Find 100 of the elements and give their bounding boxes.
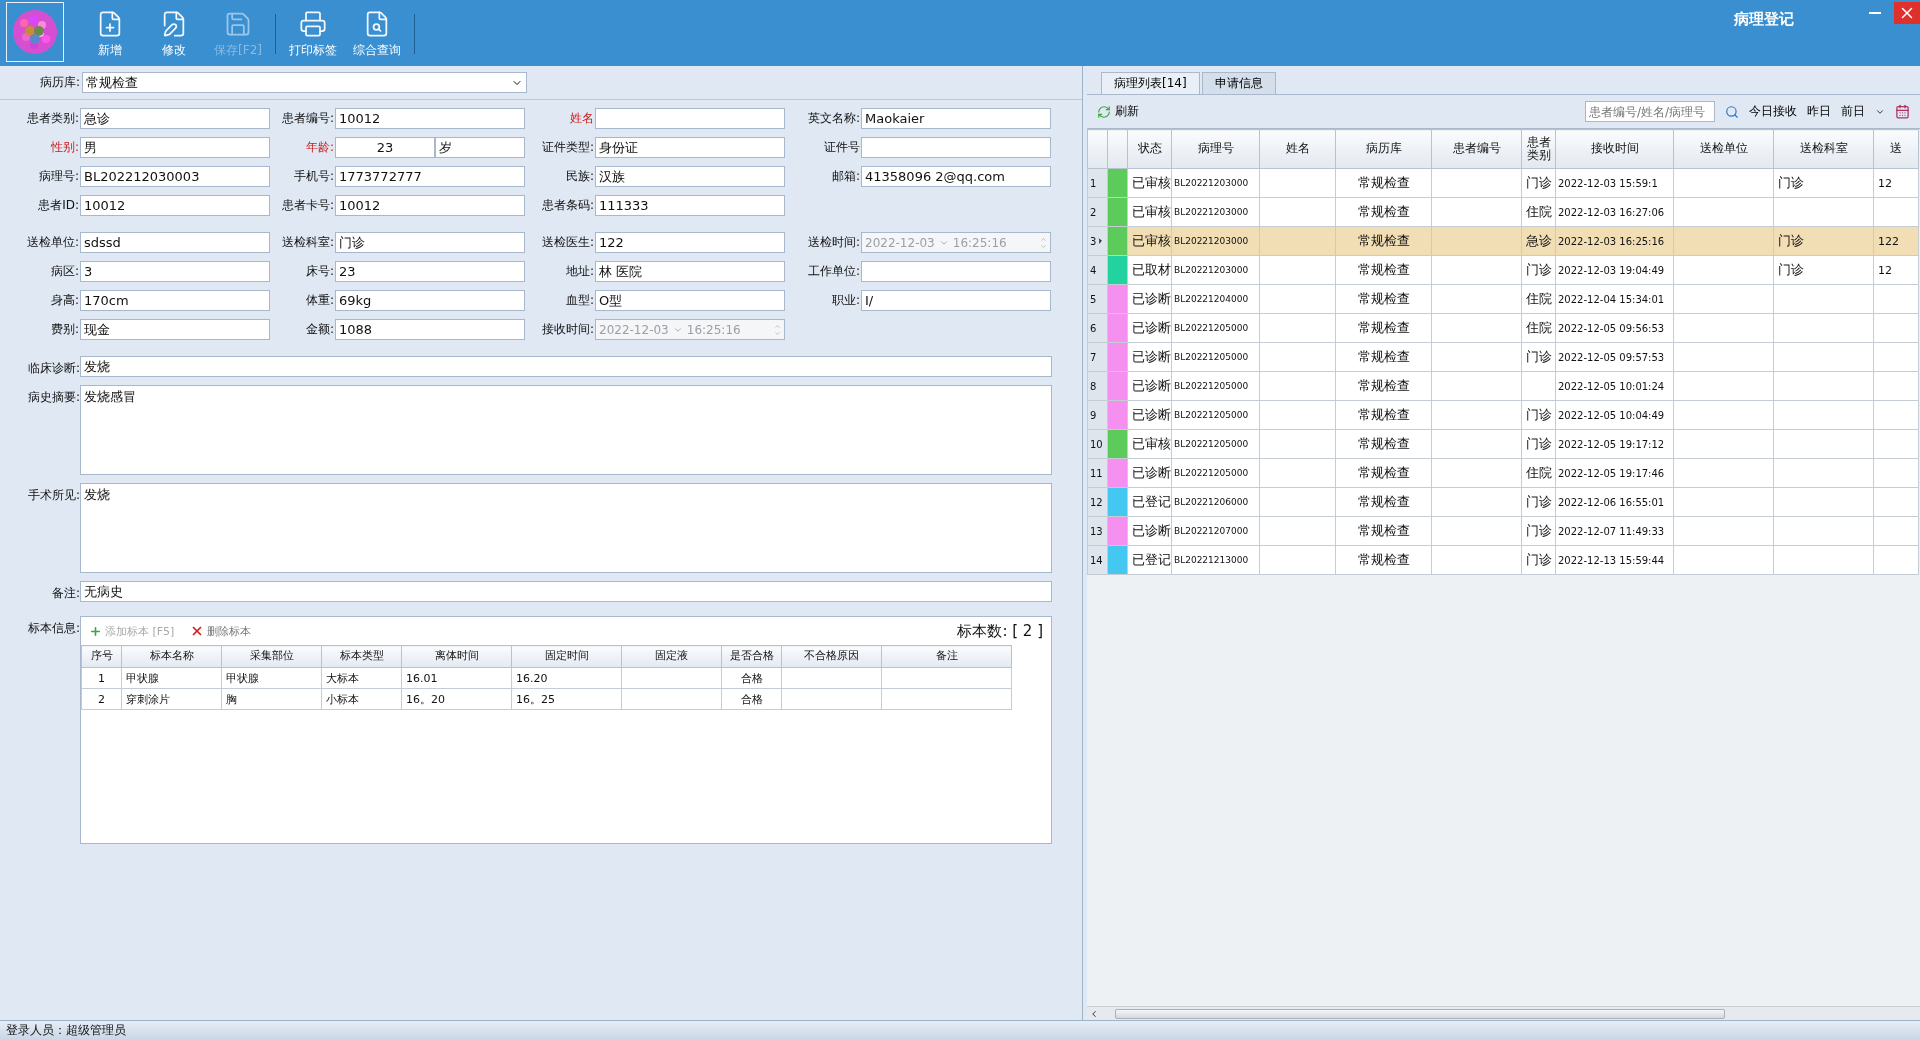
- text-field[interactable]: 10012: [335, 195, 525, 216]
- column-header[interactable]: 标本名称: [121, 645, 222, 668]
- column-header[interactable]: 固定时间: [511, 645, 622, 668]
- refresh-button[interactable]: 刷新: [1097, 103, 1139, 120]
- column-header[interactable]: 采集部位: [221, 645, 322, 668]
- column-header[interactable]: 接收时间: [1555, 129, 1674, 169]
- table-cell: 已登记: [1127, 487, 1172, 517]
- table-row[interactable]: 1 已审核 BL20221203000 常规检查 门诊 2022-12-03 15:59:1 门诊 12: [1087, 168, 1919, 198]
- text-field[interactable]: 41358096 2@qq.com: [861, 166, 1051, 187]
- column-header[interactable]: 姓名: [1259, 129, 1336, 169]
- row-number: 9: [1087, 400, 1108, 430]
- table-row[interactable]: 2 已审核 BL20221203000 常规检查 住院 2022-12-03 16:27:06: [1087, 197, 1919, 227]
- table-row[interactable]: 7 已诊断 BL20221205000 常规检查 门诊 2022-12-05 09:57:53: [1087, 342, 1919, 372]
- text-field[interactable]: 69kg: [335, 290, 525, 311]
- tab[interactable]: 申请信息: [1201, 72, 1276, 94]
- age-unit-field[interactable]: 岁: [435, 137, 525, 158]
- library-dropdown[interactable]: 常规检查: [82, 72, 527, 93]
- table-cell: 已诊断: [1127, 284, 1172, 314]
- field-label: 身高:: [49, 292, 80, 309]
- text-field[interactable]: 23: [335, 261, 525, 282]
- table-cell: [1873, 313, 1919, 343]
- column-header[interactable]: 序号: [81, 645, 122, 668]
- search-field[interactable]: 患者编号/姓名/病理号: [1585, 101, 1715, 122]
- text-field[interactable]: 急诊: [80, 108, 270, 129]
- table-cell: [1873, 487, 1919, 517]
- text-field[interactable]: Maokaier: [861, 108, 1051, 129]
- text-field[interactable]: 170cm: [80, 290, 270, 311]
- text-field[interactable]: BL202212030003: [80, 166, 270, 187]
- date-filter-link[interactable]: 今日接收: [1749, 103, 1797, 120]
- calendar-icon[interactable]: [1895, 104, 1910, 119]
- text-field[interactable]: [595, 108, 785, 129]
- table-row[interactable]: 9 已诊断 BL20221205000 常规检查 门诊 2022-12-05 10:04:49: [1087, 400, 1919, 430]
- tab[interactable]: 病理列表[14]: [1101, 72, 1200, 94]
- column-header[interactable]: 离体时间: [401, 645, 512, 668]
- column-header[interactable]: 状态: [1127, 129, 1172, 169]
- field-label: 民族:: [564, 168, 595, 185]
- field-label: 手机号:: [292, 168, 335, 185]
- column-header[interactable]: 患者编号: [1431, 129, 1522, 169]
- column-header[interactable]: 不合格原因: [781, 645, 882, 668]
- text-field[interactable]: 门诊: [335, 232, 525, 253]
- text-area[interactable]: 发烧感冒: [80, 385, 1052, 475]
- text-field[interactable]: [861, 261, 1051, 282]
- text-field[interactable]: [861, 137, 1051, 158]
- row-number: 8: [1087, 371, 1108, 401]
- close-button[interactable]: [1894, 2, 1920, 24]
- table-row[interactable]: 4 已取材 BL20221203000 常规检查 门诊 2022-12-03 19:04:49 门诊 12: [1087, 255, 1919, 285]
- table-row[interactable]: 6 已诊断 BL20221205000 常规检查 住院 2022-12-05 09:56:53: [1087, 313, 1919, 343]
- table-cell: 急诊: [1521, 226, 1556, 256]
- table-row[interactable]: 14 已登记 BL20221213000 常规检查 门诊 2022-12-13 15:59:44: [1087, 545, 1919, 575]
- column-header[interactable]: 是否合格: [721, 645, 782, 668]
- table-cell: 门诊: [1521, 168, 1556, 198]
- age-field[interactable]: 23: [335, 137, 435, 158]
- date-filter-link[interactable]: 昨日: [1807, 103, 1831, 120]
- table-cell: 已诊断: [1127, 400, 1172, 430]
- table-row[interactable]: 8 已诊断 BL20221205000 常规检查 2022-12-05 10:01:24: [1087, 371, 1919, 401]
- text-field[interactable]: 1088: [335, 319, 525, 340]
- app-logo-icon: [12, 9, 58, 55]
- text-field[interactable]: 122: [595, 232, 785, 253]
- column-header[interactable]: 送检科室: [1773, 129, 1874, 169]
- text-field[interactable]: I/: [861, 290, 1051, 311]
- search-icon[interactable]: [1725, 104, 1739, 119]
- text-field[interactable]: sdssd: [80, 232, 270, 253]
- table-row[interactable]: 3 已审核 BL20221203000 常规检查 急诊 2022-12-03 16:25:16 门诊 122: [1087, 226, 1919, 256]
- table-row[interactable]: 10 已审核 BL20221205000 常规检查 门诊 2022-12-05 19:17:12: [1087, 429, 1919, 459]
- text-field[interactable]: 身份证: [595, 137, 785, 158]
- text-field[interactable]: 林 医院: [595, 261, 785, 282]
- text-field[interactable]: O型: [595, 290, 785, 311]
- table-cell: BL20221205000: [1171, 429, 1260, 459]
- text-field[interactable]: 10012: [335, 108, 525, 129]
- column-header[interactable]: 送检单位: [1673, 129, 1774, 169]
- column-header[interactable]: 送: [1873, 129, 1919, 169]
- column-header[interactable]: 标本类型: [321, 645, 402, 668]
- horizontal-scrollbar[interactable]: [1087, 1006, 1920, 1020]
- table-cell: 门诊: [1521, 487, 1556, 517]
- text-field[interactable]: 111333: [595, 195, 785, 216]
- column-header[interactable]: 备注: [881, 645, 1012, 668]
- table-row[interactable]: 5 已诊断 BL20221204000 常规检查 住院 2022-12-04 15:34:01: [1087, 284, 1919, 314]
- text-field[interactable]: 3: [80, 261, 270, 282]
- table-row[interactable]: 13 已诊断 BL20221207000 常规检查 门诊 2022-12-07 11:49:33: [1087, 516, 1919, 546]
- text-field[interactable]: 无病史: [80, 581, 1052, 602]
- text-area[interactable]: 发烧: [80, 483, 1052, 573]
- text-field[interactable]: 10012: [80, 195, 270, 216]
- table-cell: 常规检查: [1335, 516, 1432, 546]
- column-header[interactable]: 病历库: [1335, 129, 1432, 169]
- column-header[interactable]: 固定液: [621, 645, 722, 668]
- table-row[interactable]: 11 已诊断 BL20221205000 常规检查 住院 2022-12-05 19:17:46: [1087, 458, 1919, 488]
- table-row[interactable]: 12 已登记 BL20221206000 常规检查 门诊 2022-12-06 16:55:01: [1087, 487, 1919, 517]
- table-cell: BL20221207000: [1171, 516, 1260, 546]
- text-field[interactable]: 汉族: [595, 166, 785, 187]
- delete-specimen-button[interactable]: 删除标本: [190, 623, 252, 639]
- text-field[interactable]: 1773772777: [335, 166, 525, 187]
- text-field[interactable]: 男: [80, 137, 270, 158]
- table-cell: 常规检查: [1335, 545, 1432, 575]
- scroll-left-icon[interactable]: [1089, 1008, 1099, 1019]
- date-filter-link[interactable]: 前日: [1841, 103, 1865, 120]
- table-cell: [1873, 458, 1919, 488]
- column-header[interactable]: 病理号: [1171, 129, 1260, 169]
- column-header[interactable]: 患者类别: [1521, 129, 1556, 169]
- text-field[interactable]: 现金: [80, 319, 270, 340]
- text-field[interactable]: 发烧: [80, 356, 1052, 377]
